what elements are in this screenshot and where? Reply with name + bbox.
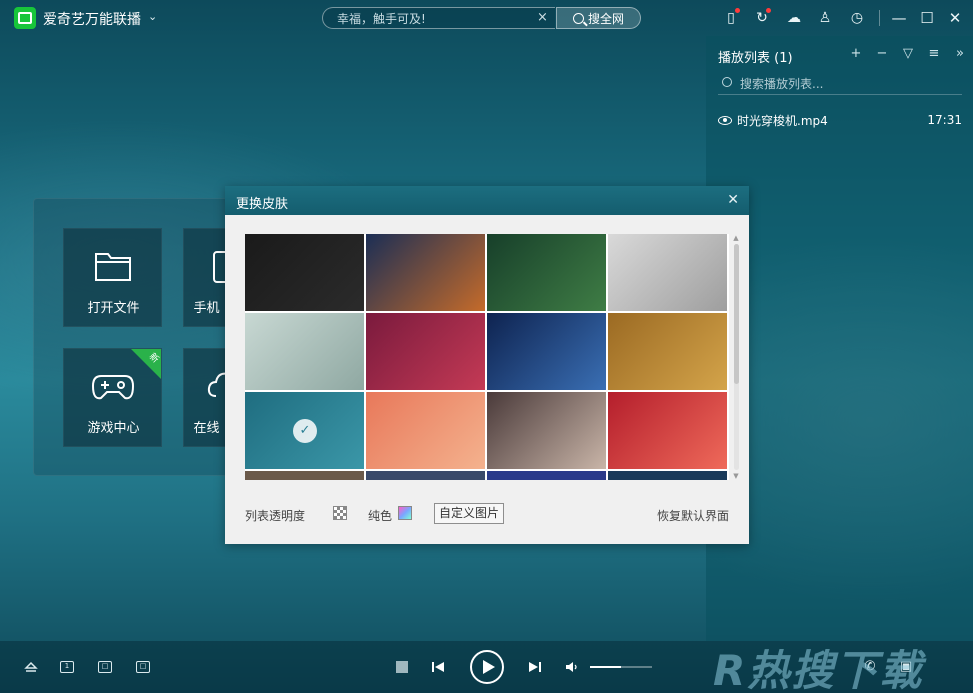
scroll-thumb[interactable]: [734, 244, 739, 384]
scroll-up-icon[interactable]: ▲: [732, 234, 740, 242]
skin-red-fabric[interactable]: [366, 313, 485, 390]
search-icon: [722, 77, 732, 87]
restore-default-link[interactable]: 恢复默认界面: [657, 507, 729, 524]
sync-icon[interactable]: ↻: [753, 8, 771, 27]
app-title[interactable]: 爱奇艺万能联播: [43, 9, 141, 29]
stop-button[interactable]: [396, 661, 408, 673]
tile-label: 打开文件: [87, 301, 140, 316]
tile-label: 在线: [193, 421, 220, 436]
playlist-item[interactable]: 时光穿梭机.mp4 17:31: [718, 110, 962, 130]
chevron-down-icon[interactable]: ⌄: [148, 10, 157, 23]
tile-phone[interactable]: 手机: [183, 228, 229, 327]
playlist-search: [718, 73, 962, 95]
color-picker-icon[interactable]: [398, 506, 412, 520]
dialog-header: 更换皮肤 ✕: [225, 186, 749, 215]
selected-check-icon: ✓: [293, 419, 317, 443]
skin-wheat-field[interactable]: [608, 313, 727, 390]
filter-icon[interactable]: ▽: [900, 46, 916, 62]
search-icon: [572, 12, 584, 24]
minimize-icon[interactable]: —: [890, 9, 908, 27]
tile-label: 游戏中心: [87, 421, 140, 436]
collapse-icon[interactable]: »: [952, 46, 968, 62]
skin-shirt-icon[interactable]: ♙: [816, 9, 834, 27]
dialog-footer: 列表透明度 纯色 自定义图片 恢复默认界面: [245, 503, 729, 524]
skin-thumb-partial[interactable]: [366, 471, 485, 480]
clipboard-icon[interactable]: ▯: [722, 8, 740, 27]
scroll-down-icon[interactable]: ▼: [732, 472, 740, 480]
gamepad-icon: [91, 375, 135, 400]
skin-gray-geometry[interactable]: [608, 234, 727, 311]
playlist-search-input[interactable]: [740, 75, 950, 92]
skin-iqiyi-logo[interactable]: [245, 234, 364, 311]
eject-icon[interactable]: [24, 660, 38, 674]
playlist-toolbar: + − ▽ ≡ »: [848, 46, 968, 62]
close-icon[interactable]: ✕: [946, 9, 964, 27]
close-icon[interactable]: ✕: [727, 192, 739, 208]
eye-icon: [718, 115, 732, 125]
skin-lotus[interactable]: [487, 234, 606, 311]
previous-icon[interactable]: [431, 660, 445, 674]
skin-thumb-partial[interactable]: [245, 471, 364, 480]
skin-thumb-partial[interactable]: [608, 471, 727, 480]
subtitle-1-icon[interactable]: 1: [60, 661, 74, 673]
history-clock-icon[interactable]: ◷: [848, 9, 866, 27]
skin-umbrella[interactable]: [245, 313, 364, 390]
dialog-title: 更换皮肤: [236, 197, 289, 212]
app-logo-icon: [14, 7, 36, 29]
skin-cartoon-rabbit[interactable]: [366, 234, 485, 311]
screen-cast-icon[interactable]: □: [98, 661, 112, 673]
folder-icon: [95, 253, 131, 281]
skin-leaf-macro[interactable]: [487, 392, 606, 469]
add-icon[interactable]: +: [848, 46, 864, 62]
solid-color-label: 纯色: [368, 509, 393, 523]
skin-dialog: 更换皮肤 ✕ ✓ ▲ ▼ 列表透明度 纯色 自定义图片 恢复默认界面: [225, 186, 749, 544]
skin-scrollbar[interactable]: ▲ ▼: [732, 234, 740, 480]
tile-open-file[interactable]: 打开文件: [63, 228, 162, 327]
list-view-icon[interactable]: ≡: [926, 46, 942, 62]
tile-online[interactable]: 在线: [183, 348, 229, 447]
search-input[interactable]: [337, 10, 537, 27]
search-box: [322, 7, 555, 29]
titlebar-divider: [879, 10, 880, 26]
skin-water-drops[interactable]: ✓: [245, 392, 364, 469]
playlist-title: 播放列表 (1): [718, 51, 793, 66]
skin-grid: ✓: [245, 234, 729, 480]
play-button[interactable]: [470, 650, 504, 684]
tile-label: 手机: [193, 301, 220, 316]
watermark: R热搜下载: [713, 646, 924, 693]
screenshot-icon[interactable]: □: [136, 661, 150, 673]
cloud-link-icon[interactable]: ☁: [785, 9, 803, 27]
search-all-button[interactable]: 搜全网: [556, 7, 641, 29]
skin-red-drop[interactable]: [608, 392, 727, 469]
search-button-label: 搜全网: [587, 11, 624, 26]
custom-image-button[interactable]: 自定义图片: [434, 503, 504, 524]
skin-peach-clouds[interactable]: [366, 392, 485, 469]
home-panel: 打开文件 手机 新 游戏中心 在线: [33, 198, 229, 476]
volume-icon[interactable]: [565, 660, 579, 674]
remove-icon[interactable]: −: [874, 46, 890, 62]
search-clear-icon[interactable]: ×: [537, 10, 548, 25]
playlist-item-duration: 17:31: [927, 113, 962, 127]
transparency-label: 列表透明度: [245, 509, 306, 523]
title-bar: 爱奇艺万能联播 ⌄ × 搜全网 ▯ ↻ ☁ ♙ ◷ — ☐ ✕: [0, 0, 973, 36]
tile-game-center[interactable]: 新 游戏中心: [63, 348, 162, 447]
maximize-icon[interactable]: ☐: [918, 9, 936, 27]
skin-starry-night[interactable]: [487, 313, 606, 390]
transparency-icon[interactable]: [333, 506, 347, 520]
volume-fill: [590, 666, 621, 668]
skin-thumb-partial[interactable]: [487, 471, 606, 480]
playlist-item-name: 时光穿梭机.mp4: [737, 113, 828, 128]
next-icon[interactable]: [528, 660, 542, 674]
